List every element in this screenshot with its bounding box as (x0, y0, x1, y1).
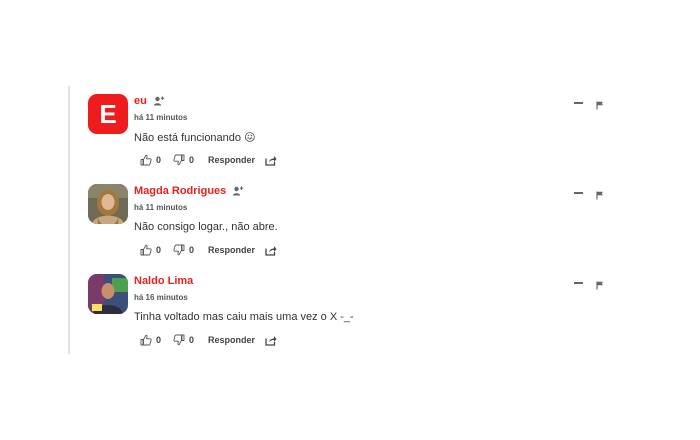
thumbs-down-icon (173, 244, 185, 256)
author-name[interactable]: eu (134, 95, 147, 107)
comment-text: Tinha voltado mas caiu mais uma vez o X … (134, 311, 354, 323)
comment-actions: 0 0 Responder (140, 154, 277, 166)
thumbs-down-icon (173, 154, 185, 166)
minimize-icon[interactable] (574, 282, 583, 284)
dislike-count: 0 (189, 155, 195, 165)
author-line: Naldo Lima (134, 275, 193, 287)
comment: Magda Rodrigues há 11 minutos Não consig… (88, 178, 610, 264)
follow-icon[interactable] (232, 186, 244, 196)
like-count: 0 (156, 245, 162, 255)
like-count: 0 (156, 155, 162, 165)
dislike-count: 0 (189, 245, 195, 255)
reply-button[interactable]: Responder (208, 335, 255, 345)
like-button[interactable]: 0 (140, 154, 161, 166)
like-count: 0 (156, 335, 162, 345)
share-icon[interactable] (265, 335, 277, 346)
like-button[interactable]: 0 (140, 244, 161, 256)
share-icon[interactable] (265, 245, 277, 256)
dislike-count: 0 (189, 335, 195, 345)
dislike-button[interactable]: 0 (173, 334, 194, 346)
comment-actions: 0 0 Responder (140, 334, 277, 346)
comment-text: Não está funcionando 😖 (134, 132, 256, 144)
comment-time: há 11 minutos (134, 113, 188, 122)
share-icon[interactable] (265, 155, 277, 166)
reply-button[interactable]: Responder (208, 245, 255, 255)
author-line: eu (134, 95, 165, 107)
thumbs-up-icon (140, 244, 152, 256)
avatar[interactable] (88, 274, 128, 314)
flag-icon[interactable] (596, 187, 604, 205)
avatar[interactable]: E (88, 94, 128, 134)
comment-thread: E eu há 11 minutos Não está funcionando … (68, 86, 630, 354)
avatar-letter: E (99, 98, 117, 129)
comment-text: Não consigo logar., não abre. (134, 221, 278, 233)
minimize-icon[interactable] (574, 192, 583, 194)
flag-icon[interactable] (596, 277, 604, 295)
author-name[interactable]: Magda Rodrigues (134, 185, 226, 197)
comment: Naldo Lima há 16 minutos Tinha voltado m… (88, 268, 610, 354)
dislike-button[interactable]: 0 (173, 244, 194, 256)
comment: E eu há 11 minutos Não está funcionando … (88, 88, 610, 174)
reply-button[interactable]: Responder (208, 155, 255, 165)
thumbs-up-icon (140, 154, 152, 166)
like-button[interactable]: 0 (140, 334, 161, 346)
comment-time: há 16 minutos (134, 293, 188, 302)
comment-time: há 11 minutos (134, 203, 188, 212)
follow-icon[interactable] (153, 96, 165, 106)
author-line: Magda Rodrigues (134, 185, 244, 197)
thumbs-down-icon (173, 334, 185, 346)
dislike-button[interactable]: 0 (173, 154, 194, 166)
thumbs-up-icon (140, 334, 152, 346)
minimize-icon[interactable] (574, 102, 583, 104)
comment-actions: 0 0 Responder (140, 244, 277, 256)
flag-icon[interactable] (596, 97, 604, 115)
author-name[interactable]: Naldo Lima (134, 275, 193, 287)
avatar[interactable] (88, 184, 128, 224)
